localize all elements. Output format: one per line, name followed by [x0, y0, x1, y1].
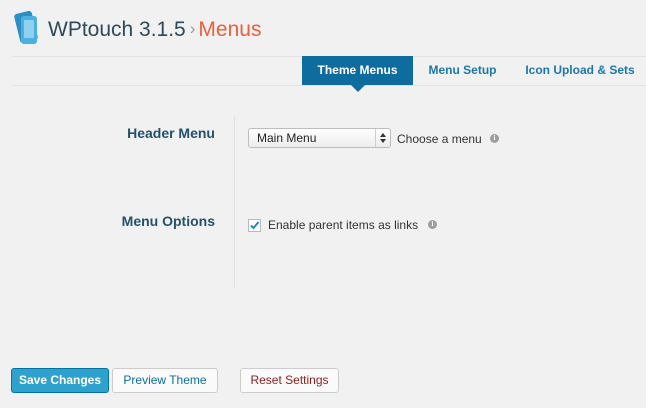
info-icon[interactable]: i — [490, 134, 499, 143]
page-title: WPtouch 3.1.5 › Menus — [48, 17, 261, 44]
enable-parent-links-checkbox[interactable] — [248, 219, 261, 232]
breadcrumb-separator: › — [189, 19, 196, 38]
menu-options-label: Menu Options — [121, 213, 215, 229]
header-menu-label: Header Menu — [127, 125, 215, 141]
checkmark-icon — [250, 221, 260, 230]
info-icon[interactable]: i — [428, 220, 437, 229]
active-tab-pointer — [351, 85, 365, 92]
brand-name: WPtouch 3.1.5 — [48, 18, 186, 41]
tab-icon-upload-sets[interactable]: Icon Upload & Sets — [516, 56, 644, 85]
save-changes-button[interactable]: Save Changes — [11, 368, 109, 393]
tab-theme-menus[interactable]: Theme Menus — [302, 56, 413, 85]
enable-parent-links-label: Enable parent items as links — [268, 218, 419, 232]
wptouch-logo-icon — [13, 10, 39, 46]
tabs-divider — [12, 85, 646, 86]
updown-arrows-icon — [375, 129, 390, 147]
header-menu-hint: Choose a menu — [397, 132, 482, 146]
header-menu-select[interactable]: Main Menu — [248, 128, 391, 148]
tab-menu-setup[interactable]: Menu Setup — [417, 56, 508, 85]
section-name: Menus — [198, 18, 262, 41]
header-menu-selected: Main Menu — [257, 131, 317, 145]
reset-settings-button[interactable]: Reset Settings — [240, 368, 339, 393]
settings-divider — [234, 116, 235, 288]
page-header: WPtouch 3.1.5 › Menus — [0, 0, 646, 56]
preview-theme-button[interactable]: Preview Theme — [112, 368, 218, 393]
